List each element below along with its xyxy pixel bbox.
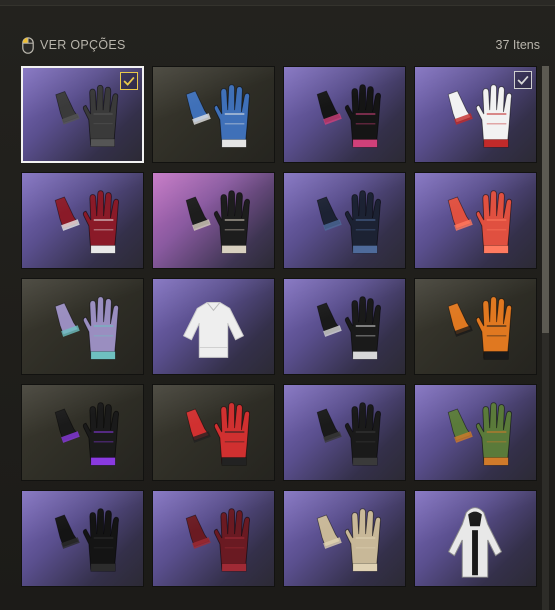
- view-options-button[interactable]: VER OPÇÕES: [22, 36, 126, 54]
- item-tile[interactable]: [152, 66, 275, 163]
- mouse-icon: [22, 36, 34, 54]
- glove-icon: [447, 402, 513, 466]
- glove-icon: [316, 296, 382, 360]
- inventory-header: VER OPÇÕES 37 Itens: [22, 34, 540, 56]
- glove-icon: [316, 402, 382, 466]
- checkmark-icon: [123, 76, 135, 86]
- item-tile[interactable]: [21, 384, 144, 481]
- item-count: 37 Itens: [495, 38, 540, 52]
- item-tile[interactable]: [21, 172, 144, 269]
- glove-icon: [447, 296, 513, 360]
- glove-icon: [185, 190, 251, 254]
- item-grid: [21, 66, 541, 587]
- item-tile[interactable]: [414, 172, 537, 269]
- item-tile[interactable]: [414, 384, 537, 481]
- glove-icon: [185, 508, 251, 572]
- glove-icon: [185, 402, 251, 466]
- item-tile[interactable]: [283, 384, 406, 481]
- item-tile[interactable]: [21, 66, 144, 163]
- item-tile[interactable]: [152, 384, 275, 481]
- view-options-label: VER OPÇÕES: [40, 38, 126, 52]
- glove-icon: [185, 84, 251, 148]
- equipped-checkbox[interactable]: [120, 72, 138, 90]
- checkmark-icon: [517, 75, 529, 85]
- glove-icon: [54, 402, 120, 466]
- item-tile[interactable]: [152, 490, 275, 587]
- item-tile[interactable]: [21, 278, 144, 375]
- item-tile[interactable]: [414, 278, 537, 375]
- item-tile[interactable]: [414, 490, 537, 587]
- item-tile[interactable]: [283, 66, 406, 163]
- glove-icon: [316, 508, 382, 572]
- glove-icon: [54, 190, 120, 254]
- outfit-icon: [182, 302, 245, 358]
- glove-icon: [316, 84, 382, 148]
- item-tile[interactable]: [283, 278, 406, 375]
- item-tile[interactable]: [152, 172, 275, 269]
- equipped-checkbox[interactable]: [514, 71, 532, 89]
- outfit-icon: [447, 507, 503, 578]
- glove-icon: [54, 508, 120, 572]
- inventory-panel: VER OPÇÕES 37 Itens: [0, 0, 555, 610]
- scrollbar[interactable]: [542, 66, 549, 610]
- glove-icon: [54, 296, 120, 360]
- item-tile[interactable]: [283, 172, 406, 269]
- panel-top-border: [0, 0, 555, 6]
- glove-icon: [447, 190, 513, 254]
- scrollbar-thumb[interactable]: [542, 66, 549, 333]
- glove-icon: [316, 190, 382, 254]
- item-tile[interactable]: [414, 66, 537, 163]
- item-tile[interactable]: [283, 490, 406, 587]
- item-tile[interactable]: [152, 278, 275, 375]
- item-tile[interactable]: [21, 490, 144, 587]
